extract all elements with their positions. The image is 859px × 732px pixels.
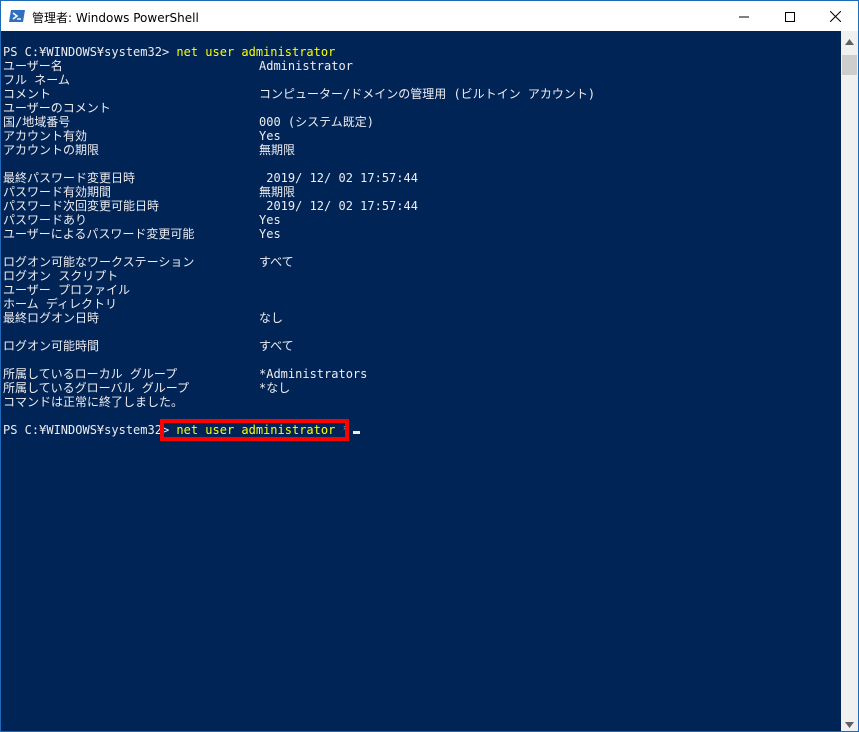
output-label: ログオン可能なワークステーション <box>3 255 195 269</box>
close-button[interactable] <box>812 1 858 31</box>
output-label: 最終ログオン日時 <box>3 311 100 325</box>
prompt-text: PS C:¥WINDOWS¥system32> <box>3 45 177 59</box>
output-value: *なし <box>259 381 291 395</box>
output-value: Yes <box>259 129 281 143</box>
output-label: アカウントの期限 <box>3 143 100 157</box>
output-value: Yes <box>259 213 281 227</box>
output-value: なし <box>259 311 284 325</box>
output-label: ログオン可能時間 <box>3 339 100 353</box>
maximize-button[interactable] <box>767 1 813 31</box>
output-value: 2019/ 12/ 02 17:57:44 <box>259 171 418 185</box>
powershell-icon <box>9 8 25 24</box>
chevron-down-icon <box>845 713 854 732</box>
output-value: Yes <box>259 227 281 241</box>
highlight-box <box>160 419 349 441</box>
output-label: アカウント有効 <box>3 129 88 143</box>
output-label: フル ネーム <box>3 73 70 87</box>
output-label: 所属しているローカル グループ <box>3 367 178 381</box>
chevron-up-icon <box>845 30 854 49</box>
output-label: コマンドは正常に終了しました。 <box>3 395 184 409</box>
powershell-window: 管理者: Windows PowerShell PS C:¥WINDOWS¥sy… <box>0 0 859 732</box>
output-value: *Administrators <box>259 367 368 381</box>
output-value: すべて <box>259 255 294 269</box>
minimize-button[interactable] <box>721 1 767 31</box>
output-label: 国/地域番号 <box>3 115 71 129</box>
prompt-text: PS C:¥WINDOWS¥system32> <box>3 423 177 437</box>
output-value: 無期限 <box>259 185 296 199</box>
scrollbar-thumb[interactable] <box>842 55 857 75</box>
scroll-down-button[interactable] <box>841 714 858 731</box>
maximize-icon <box>785 7 795 26</box>
close-icon <box>829 7 841 26</box>
output-label: ユーザーのコメント <box>3 101 111 115</box>
output-label: ホーム ディレクトリ <box>3 297 118 311</box>
output-value: 無期限 <box>259 143 296 157</box>
output-label: パスワード次回変更可能日時 <box>3 199 160 213</box>
window-title: 管理者: Windows PowerShell <box>32 11 199 25</box>
scroll-up-button[interactable] <box>841 31 858 48</box>
output-label: 最終パスワード変更日時 <box>3 171 136 185</box>
text-cursor <box>352 431 360 434</box>
output-label: ユーザー プロファイル <box>3 283 130 297</box>
minimize-icon <box>739 7 749 26</box>
output-label: ユーザーによるパスワード変更可能 <box>3 227 195 241</box>
vertical-scrollbar[interactable] <box>841 31 858 731</box>
output-value: 000 (システム既定) <box>259 115 374 129</box>
title-bar[interactable]: 管理者: Windows PowerShell <box>1 1 858 31</box>
output-label: パスワード有効期間 <box>3 185 112 199</box>
output-value: コンピューター/ドメインの管理用 (ビルトイン アカウント) <box>259 87 596 101</box>
command-text: net user administrator <box>176 45 336 59</box>
output-value: 2019/ 12/ 02 17:57:44 <box>259 199 418 213</box>
output-label: 所属しているグローバル グループ <box>3 381 190 395</box>
console-output[interactable]: PS C:¥WINDOWS¥system32> net user adminis… <box>1 31 841 731</box>
output-label: ログオン スクリプト <box>3 269 119 283</box>
output-value: Administrator <box>259 59 353 73</box>
output-label: ユーザー名 <box>3 59 63 73</box>
output-label: コメント <box>3 87 52 101</box>
output-value: すべて <box>259 339 294 353</box>
output-label: パスワードあり <box>3 213 88 227</box>
prompt-line-1: PS C:¥WINDOWS¥system32> net user adminis… <box>3 45 335 59</box>
